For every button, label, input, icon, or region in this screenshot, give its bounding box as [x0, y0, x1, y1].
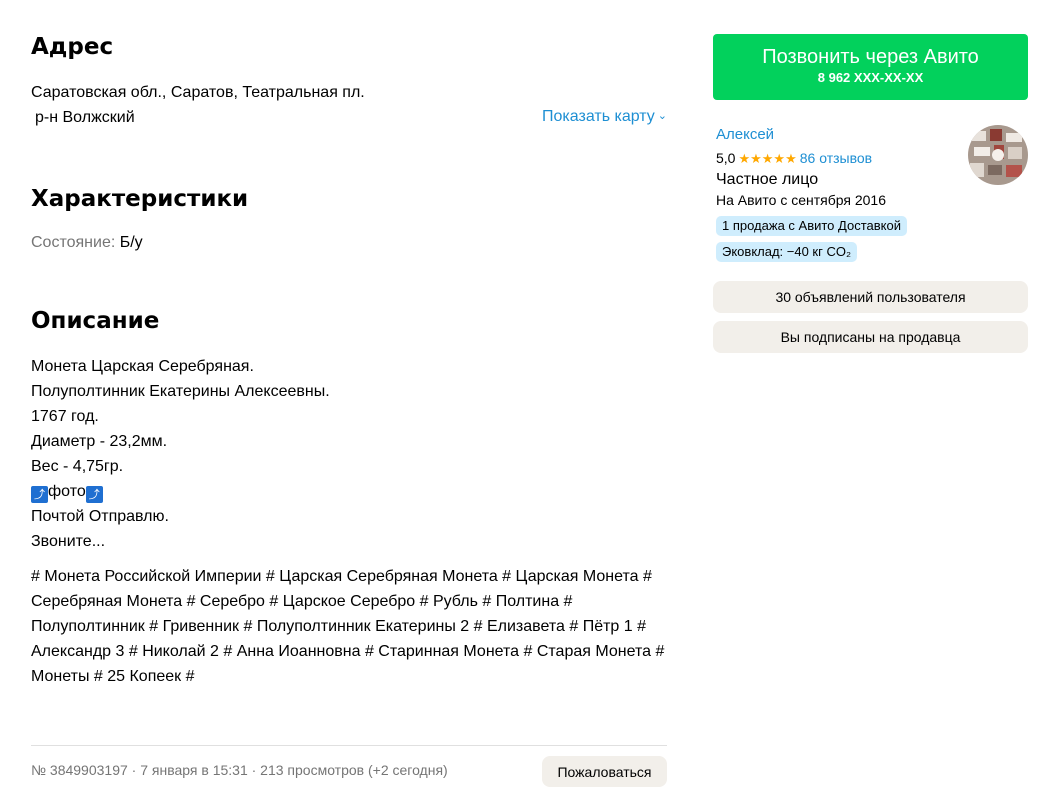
reviews-link[interactable]: 86 отзывов	[800, 150, 872, 166]
phone-number: 8 962 XXX-XX-XX	[817, 70, 924, 85]
description-line: Диаметр - 23,2мм.	[31, 433, 168, 450]
seller-rating: 5,0 ★★★★★ 86 отзывов	[716, 150, 872, 167]
description-line: Полуполтинник Екатерины Алексеевны.	[31, 383, 330, 400]
description-line: Вес - 4,75гр.	[31, 458, 124, 475]
seller-avatar[interactable]	[968, 125, 1028, 185]
call-button-label: Позвонить через Авито	[762, 46, 979, 68]
description-tags: # Монета Российской Империи # Царская Се…	[31, 568, 665, 685]
rating-stars-icon: ★★★★★	[738, 152, 797, 167]
avatar-image	[968, 125, 1028, 185]
description-heading: Описание	[31, 308, 160, 334]
call-via-avito-button[interactable]: Позвонить через Авито 8 962 XXX-XX-XX	[713, 34, 1028, 100]
description-line: 1767 год.	[31, 408, 99, 425]
show-map-label: Показать карту	[542, 108, 655, 125]
subscribed-button[interactable]: Вы подписаны на продавца	[713, 321, 1028, 353]
seller-name-link[interactable]: Алексей	[716, 126, 774, 143]
seller-type: Частное лицо	[716, 171, 819, 188]
chevron-down-icon: ⌄	[657, 110, 667, 122]
complain-button[interactable]: Пожаловаться	[542, 756, 667, 787]
seller-since: На Авито с сентября 2016	[716, 192, 886, 208]
show-map-link[interactable]: Показать карту ⌄	[542, 108, 667, 126]
description-line: Почтой Отправлю.	[31, 508, 169, 525]
description-photo-line: ⤴ фото ⤴	[31, 479, 330, 504]
condition-value: Б/у	[119, 234, 143, 251]
listing-meta: № 3849903197 · 7 января в 15:31 · 213 пр…	[31, 762, 448, 778]
address-line: Саратовская обл., Саратов, Театральная п…	[31, 84, 365, 101]
eco-badge: Эковклад: −40 кг CO₂	[716, 242, 858, 262]
delivery-badge: 1 продажа с Авито Доставкой	[716, 216, 907, 236]
description-line: Звоните...	[31, 533, 106, 550]
arrow-up-emoji-icon: ⤴	[31, 486, 48, 503]
photo-word: фото	[48, 483, 86, 500]
arrow-up-emoji-icon: ⤴	[85, 486, 103, 503]
description-line: Монета Царская Серебряная.	[31, 358, 254, 375]
condition-label: Состояние:	[31, 234, 116, 251]
characteristics-heading: Характеристики	[31, 186, 249, 212]
address-heading: Адрес	[31, 34, 114, 60]
divider	[31, 745, 667, 746]
description-text: Монета Царская Серебряная. Полуполтинник…	[31, 354, 330, 554]
user-listings-button[interactable]: 30 объявлений пользователя	[713, 281, 1028, 313]
condition-row: Состояние: Б/у	[31, 230, 143, 255]
address-district: р-н Волжский	[35, 109, 135, 126]
rating-value: 5,0	[716, 150, 736, 166]
